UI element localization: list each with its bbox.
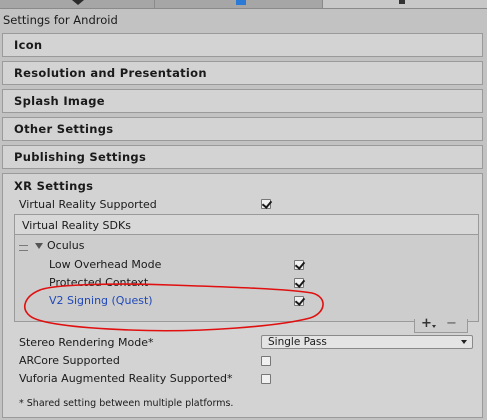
arcore-checkbox[interactable] <box>261 356 271 366</box>
low-overhead-checkbox[interactable] <box>294 260 304 270</box>
remove-sdk-button[interactable]: − <box>446 316 457 331</box>
download-icon <box>72 0 84 5</box>
vr-supported-label: Virtual Reality Supported <box>19 198 157 211</box>
tab-windows-store[interactable] <box>155 0 323 8</box>
tab-android[interactable] <box>323 0 487 8</box>
xr-settings-panel: XR Settings Virtual Reality Supported Vi… <box>2 173 483 418</box>
sdk-list-footer: + − <box>414 316 468 333</box>
vr-sdk-list: Virtual Reality SDKs Oculus Low Overhead… <box>14 214 479 322</box>
tab-standalone[interactable] <box>0 0 155 8</box>
vuforia-checkbox[interactable] <box>261 374 271 384</box>
v2-signing-label: V2 Signing (Quest) <box>49 294 153 307</box>
chevron-down-icon <box>461 340 467 344</box>
v2-signing-checkbox[interactable] <box>294 296 304 306</box>
vr-supported-checkbox[interactable] <box>261 199 271 209</box>
sdk-oculus[interactable]: Oculus <box>47 239 84 252</box>
platform-tabs <box>0 0 487 9</box>
foldout-arrow-icon[interactable] <box>35 243 43 249</box>
vr-sdk-list-header: Virtual Reality SDKs <box>15 215 478 235</box>
section-resolution[interactable]: Resolution and Presentation <box>2 61 483 85</box>
android-icon <box>399 0 405 4</box>
protected-context-checkbox[interactable] <box>294 278 304 288</box>
page-title: Settings for Android <box>3 13 118 27</box>
section-other-settings[interactable]: Other Settings <box>2 117 483 141</box>
protected-context-label: Protected Context <box>49 276 149 289</box>
section-icon[interactable]: Icon <box>2 33 483 57</box>
low-overhead-label: Low Overhead Mode <box>49 258 162 271</box>
drag-handle-icon[interactable] <box>19 245 28 251</box>
stereo-mode-dropdown[interactable]: Single Pass <box>261 335 473 349</box>
arcore-label: ARCore Supported <box>19 354 120 367</box>
stereo-mode-label: Stereo Rendering Mode* <box>19 336 154 349</box>
stereo-mode-value: Single Pass <box>268 336 327 348</box>
dropdown-caret-icon <box>432 325 436 328</box>
add-sdk-button[interactable]: + <box>421 316 432 331</box>
shared-setting-footnote: * Shared setting between multiple platfo… <box>19 398 234 409</box>
section-splash-image[interactable]: Splash Image <box>2 89 483 113</box>
vr-sdk-list-title: Virtual Reality SDKs <box>22 219 131 232</box>
windows-icon <box>236 0 246 5</box>
xr-settings-title[interactable]: XR Settings <box>14 179 93 193</box>
section-publishing-settings[interactable]: Publishing Settings <box>2 145 483 169</box>
vuforia-label: Vuforia Augmented Reality Supported* <box>19 372 233 385</box>
